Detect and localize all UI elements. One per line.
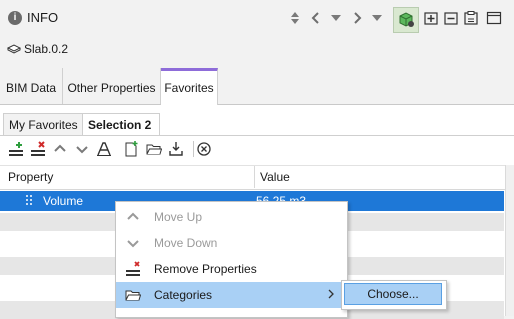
- subtab-selection-2[interactable]: Selection 2: [82, 113, 160, 136]
- panel-title: INFO: [27, 10, 59, 25]
- tab-bim-data[interactable]: BIM Data: [0, 68, 63, 104]
- menu-item-label: Choose...: [367, 287, 419, 301]
- chevron-down-icon: [125, 235, 141, 251]
- remove-properties-icon: [125, 261, 141, 277]
- chevron-up-icon: [125, 209, 141, 225]
- subtab-my-favorites[interactable]: My Favorites: [3, 113, 85, 136]
- new-file-icon[interactable]: [123, 141, 139, 157]
- folder-icon: [125, 287, 141, 303]
- chevron-right-icon[interactable]: [349, 10, 365, 26]
- import-icon[interactable]: [168, 141, 184, 157]
- subtab-divider: [0, 135, 514, 136]
- move-up-icon[interactable]: [52, 141, 68, 157]
- clipboard-panel-icon[interactable]: [463, 10, 479, 26]
- submenu-arrow-icon: [327, 288, 335, 300]
- settings-cube-icon: [399, 12, 414, 27]
- remove-panel-icon[interactable]: [443, 10, 459, 26]
- triangle-down-icon[interactable]: [328, 10, 344, 26]
- column-header-property[interactable]: Property: [8, 170, 53, 184]
- element-row: [0, 36, 514, 64]
- table-header: [0, 165, 514, 190]
- add-row-icon[interactable]: [8, 141, 24, 157]
- property-name: Volume: [43, 194, 84, 208]
- tab-favorites[interactable]: Favorites: [161, 68, 218, 108]
- info-icon: i: [8, 11, 22, 25]
- remove-row-icon[interactable]: [30, 141, 46, 157]
- tab-other-properties[interactable]: Other Properties: [63, 68, 161, 104]
- menu-item-label: Categories: [154, 288, 213, 302]
- settings-cube-button[interactable]: [393, 7, 419, 33]
- vertical-scrollbar[interactable]: [505, 165, 514, 316]
- cancel-icon[interactable]: [196, 141, 212, 157]
- column-divider[interactable]: [254, 166, 255, 188]
- menu-item-categories[interactable]: [116, 282, 345, 308]
- drag-handle-icon[interactable]: [25, 194, 33, 206]
- menu-item-label: Move Down: [154, 236, 218, 250]
- chevron-left-icon[interactable]: [308, 10, 324, 26]
- triangle-down-icon[interactable]: [369, 10, 385, 26]
- text-format-icon[interactable]: [96, 141, 112, 157]
- slab-icon: [7, 42, 21, 56]
- menu-item-move-up[interactable]: [116, 204, 345, 230]
- toolbar-separator: [193, 141, 194, 157]
- element-name: Slab.0.2: [24, 42, 69, 56]
- column-header-value[interactable]: Value: [260, 170, 290, 184]
- add-panel-icon[interactable]: [423, 10, 439, 26]
- menu-item-label: Move Up: [154, 210, 203, 224]
- up-down-icon[interactable]: [287, 10, 303, 26]
- menu-item-move-down[interactable]: [116, 230, 345, 256]
- open-folder-icon[interactable]: [146, 141, 162, 157]
- window-icon[interactable]: [486, 10, 502, 26]
- move-down-icon[interactable]: [74, 141, 90, 157]
- menu-item-label: Remove Properties: [154, 262, 257, 276]
